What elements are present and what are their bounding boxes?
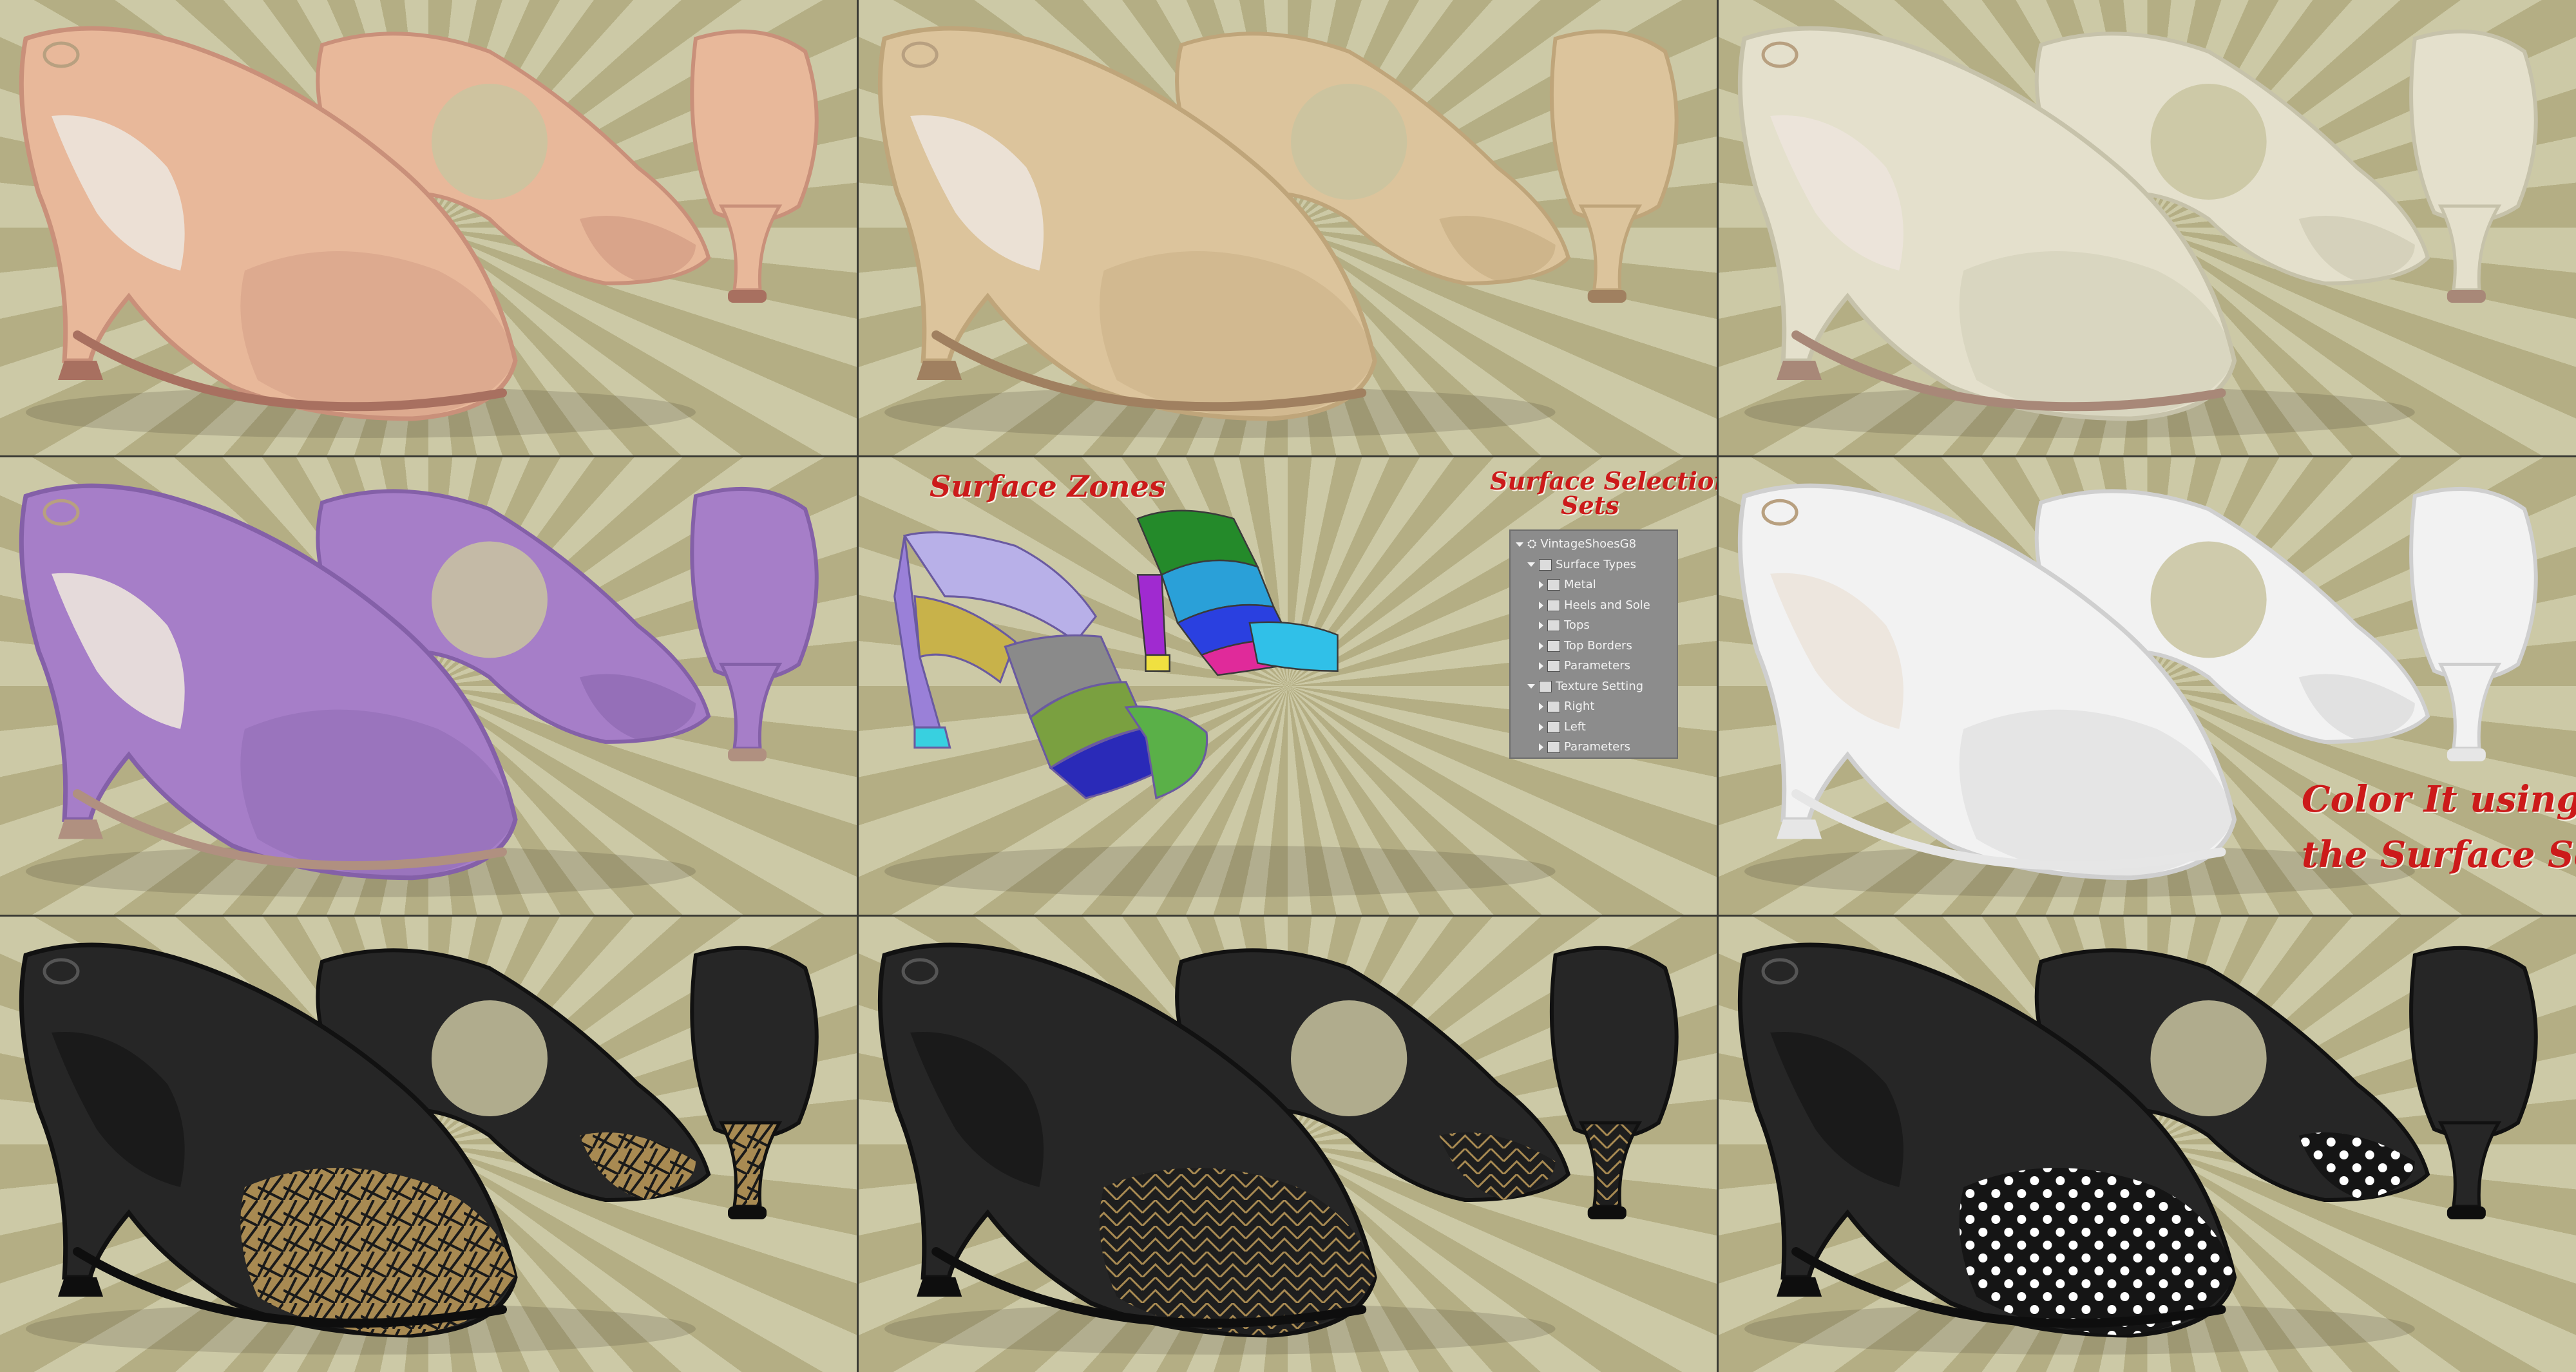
tree-item-label: Top Borders xyxy=(1564,638,1632,653)
group-icon xyxy=(1547,599,1560,611)
tree-root-label: VintageShoesG8 xyxy=(1540,537,1637,551)
shoe-render xyxy=(877,942,1679,1355)
tree-item-label: Heels and Sole xyxy=(1564,598,1650,612)
expand-icon[interactable] xyxy=(1539,703,1543,710)
collapse-icon[interactable] xyxy=(1527,562,1535,567)
expand-icon[interactable] xyxy=(1539,642,1543,650)
tree-item-label: Parameters xyxy=(1564,740,1631,754)
group-icon xyxy=(1547,640,1560,652)
surface-zones-label: Surface Zones xyxy=(930,469,1166,504)
surface-selection-label-2: Sets xyxy=(1561,491,1619,520)
tile-8 xyxy=(859,917,1717,1372)
tree-item[interactable]: Right xyxy=(1539,697,1594,716)
tree-item[interactable]: Parameters xyxy=(1539,738,1630,757)
tree-item-label: Parameters xyxy=(1564,659,1631,672)
figure-icon: ⛭ xyxy=(1527,537,1537,551)
group-icon xyxy=(1547,660,1560,672)
shoe-render xyxy=(1737,942,2538,1355)
tile-2 xyxy=(859,0,1717,455)
tile-3 xyxy=(1719,0,2576,455)
shoe-render xyxy=(877,26,1679,438)
expand-icon[interactable] xyxy=(1516,542,1523,547)
tree-item[interactable]: Texture Setting xyxy=(1527,677,1643,696)
tree-item[interactable]: Metal xyxy=(1539,575,1596,595)
shoe-render xyxy=(19,26,819,438)
tile-5-surface-zones: Surface Zones Surface Selection Sets ⛭ V… xyxy=(859,457,1717,915)
tree-item-label: Texture Setting xyxy=(1556,679,1644,693)
color-it-label-1: Color It using xyxy=(2302,778,2576,821)
group-icon xyxy=(1547,721,1560,733)
tree-item[interactable]: Left xyxy=(1539,718,1586,737)
tile-9 xyxy=(1719,917,2576,1372)
tree-item[interactable]: Heels and Sole xyxy=(1539,596,1650,615)
tree-item-label: Tops xyxy=(1564,618,1590,632)
tree-item[interactable]: Tops xyxy=(1539,616,1590,635)
expand-icon[interactable] xyxy=(1539,723,1543,731)
group-icon xyxy=(1539,558,1552,571)
shoe-render xyxy=(1737,26,2538,438)
tree-item[interactable]: Top Borders xyxy=(1539,636,1632,656)
tree-item-label: Surface Types xyxy=(1556,557,1637,571)
surface-selection-tree: ⛭ VintageShoesG8 Surface Types Metal Heels… xyxy=(1509,529,1678,759)
expand-icon[interactable] xyxy=(1539,601,1543,609)
tile-1 xyxy=(0,0,857,455)
expand-icon[interactable] xyxy=(1539,662,1543,670)
tile-6: Color It using the Surface Sets xyxy=(1719,457,2576,915)
expand-icon[interactable] xyxy=(1539,622,1543,629)
expand-icon[interactable] xyxy=(1539,743,1543,751)
tree-item[interactable]: Surface Types xyxy=(1527,555,1636,575)
tree-item-label: Metal xyxy=(1564,578,1596,591)
tree-item-label: Right xyxy=(1564,700,1595,713)
collapse-icon[interactable] xyxy=(1527,684,1535,689)
group-icon xyxy=(1547,579,1560,591)
color-it-label-2: the Surface Sets xyxy=(2302,834,2576,876)
tile-4 xyxy=(0,457,857,915)
tree-item-label: Left xyxy=(1564,719,1586,734)
tree-root[interactable]: ⛭ VintageShoesG8 xyxy=(1516,535,1636,554)
expand-icon[interactable] xyxy=(1539,581,1543,589)
shoe-render xyxy=(19,942,819,1355)
group-icon xyxy=(1547,701,1560,712)
group-icon xyxy=(1547,620,1560,631)
shoe-render xyxy=(19,483,819,897)
tile-7 xyxy=(0,917,857,1372)
product-render-grid: Surface Zones Surface Selection Sets ⛭ V… xyxy=(0,0,2576,1372)
group-icon xyxy=(1539,680,1552,692)
group-icon xyxy=(1547,741,1560,753)
tree-item[interactable]: Parameters xyxy=(1539,656,1630,676)
